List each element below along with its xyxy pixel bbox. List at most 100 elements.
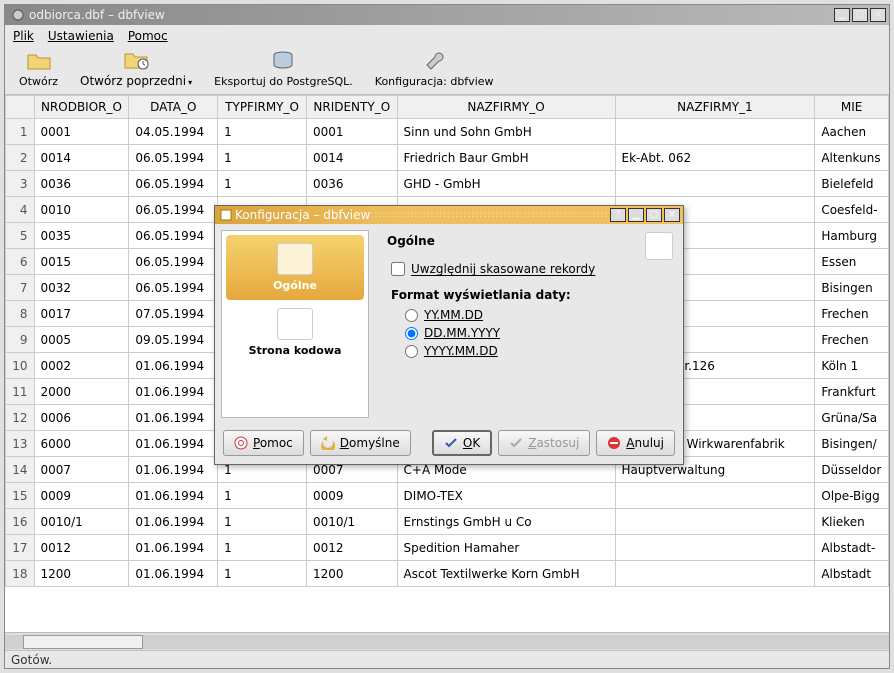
cell[interactable] (615, 561, 815, 587)
cell[interactable]: Sinn und Sohn GmbH (397, 119, 615, 145)
cell[interactable]: 0036 (34, 171, 129, 197)
date-format-ddmmyyyy-radio[interactable] (405, 327, 418, 340)
dialog-max-button[interactable]: ▢ (646, 208, 662, 222)
cell[interactable]: Grüna/Sa (815, 405, 889, 431)
include-deleted-checkbox[interactable] (391, 262, 405, 276)
cell[interactable]: 0035 (34, 223, 129, 249)
cell[interactable]: 01.06.1994 (129, 353, 218, 379)
table-row[interactable]: 17001201.06.199410012Spedition HamaherAl… (6, 535, 889, 561)
dialog-min-button[interactable]: ▁ (628, 208, 644, 222)
cell[interactable] (615, 119, 815, 145)
cell[interactable]: Klieken (815, 509, 889, 535)
cell[interactable]: Ek-Abt. 062 (615, 145, 815, 171)
cell[interactable]: Hamburg (815, 223, 889, 249)
maximize-button[interactable]: ▢ (852, 8, 868, 22)
dialog-help-button[interactable]: ? (610, 208, 626, 222)
cell[interactable]: 07.05.1994 (129, 301, 218, 327)
cell[interactable]: 0014 (306, 145, 397, 171)
export-postgres-button[interactable]: Eksportuj do PostgreSQL. (208, 45, 359, 90)
menu-help[interactable]: Pomoc (128, 29, 168, 43)
cell[interactable]: Spedition Hamaher (397, 535, 615, 561)
column-header[interactable]: NAZFIRMY_O (397, 96, 615, 119)
cell[interactable]: 06.05.1994 (129, 171, 218, 197)
cell[interactable]: 1 (218, 483, 307, 509)
cell[interactable]: Frechen (815, 301, 889, 327)
horizontal-scrollbar[interactable] (5, 632, 889, 650)
cell[interactable]: 6000 (34, 431, 129, 457)
dialog-close-button[interactable]: ✕ (664, 208, 680, 222)
table-row[interactable]: 1000104.05.199410001Sinn und Sohn GmbHAa… (6, 119, 889, 145)
cell[interactable]: 0032 (34, 275, 129, 301)
cell[interactable]: 0010/1 (34, 509, 129, 535)
cell[interactable]: Frankfurt (815, 379, 889, 405)
cell[interactable]: GHD - GmbH (397, 171, 615, 197)
cell[interactable]: 1 (218, 145, 307, 171)
defaults-button[interactable]: Domyślne (310, 430, 411, 456)
column-header[interactable]: NRODBIOR_O (34, 96, 129, 119)
cell[interactable]: 0012 (34, 535, 129, 561)
cell[interactable]: 0001 (306, 119, 397, 145)
column-header[interactable]: NAZFIRMY_1 (615, 96, 815, 119)
date-format-yymmdd-radio[interactable] (405, 309, 418, 322)
cell[interactable]: Bisingen (815, 275, 889, 301)
cell[interactable]: Aachen (815, 119, 889, 145)
cell[interactable]: 0017 (34, 301, 129, 327)
cell[interactable]: 0001 (34, 119, 129, 145)
cell[interactable]: 1 (218, 171, 307, 197)
cell[interactable]: 06.05.1994 (129, 223, 218, 249)
cell[interactable]: 0036 (306, 171, 397, 197)
cancel-button[interactable]: Anuluj (596, 430, 675, 456)
close-button[interactable]: ✕ (870, 8, 886, 22)
cell[interactable]: 0010 (34, 197, 129, 223)
cell[interactable]: 06.05.1994 (129, 275, 218, 301)
cell[interactable]: 0015 (34, 249, 129, 275)
column-header[interactable]: TYPFIRMY_O (218, 96, 307, 119)
cell[interactable]: DIMO-TEX (397, 483, 615, 509)
table-row[interactable]: 2001406.05.199410014Friedrich Baur GmbHE… (6, 145, 889, 171)
table-row[interactable]: 3003606.05.199410036GHD - GmbHBielefeld (6, 171, 889, 197)
cell[interactable]: 01.06.1994 (129, 431, 218, 457)
cell[interactable] (615, 483, 815, 509)
config-button[interactable]: Konfiguracja: dbfview (369, 45, 500, 90)
cell[interactable]: Altenkuns (815, 145, 889, 171)
cell[interactable] (615, 171, 815, 197)
cell[interactable]: 1200 (306, 561, 397, 587)
column-header[interactable]: MIE (815, 96, 889, 119)
cell[interactable]: Friedrich Baur GmbH (397, 145, 615, 171)
cell[interactable]: Essen (815, 249, 889, 275)
cell[interactable]: 0002 (34, 353, 129, 379)
cell[interactable]: Köln 1 (815, 353, 889, 379)
cell[interactable]: 1 (218, 119, 307, 145)
cell[interactable]: 0007 (34, 457, 129, 483)
cell[interactable]: 0009 (306, 483, 397, 509)
cell[interactable]: 0010/1 (306, 509, 397, 535)
cell[interactable]: Bisingen/ (815, 431, 889, 457)
open-button[interactable]: Otwórz (13, 45, 64, 90)
column-header[interactable]: NRIDENTY_O (306, 96, 397, 119)
date-format-yyyymmdd-radio[interactable] (405, 345, 418, 358)
cell[interactable]: Coesfeld- (815, 197, 889, 223)
cell[interactable]: 1200 (34, 561, 129, 587)
cell[interactable]: 0009 (34, 483, 129, 509)
column-header[interactable]: DATA_O (129, 96, 218, 119)
help-button[interactable]: Pomoc (223, 430, 304, 456)
cell[interactable]: 0012 (306, 535, 397, 561)
cell[interactable] (615, 535, 815, 561)
cell[interactable]: 0014 (34, 145, 129, 171)
cell[interactable]: 06.05.1994 (129, 145, 218, 171)
cell[interactable]: 06.05.1994 (129, 249, 218, 275)
cell[interactable]: Albstadt (815, 561, 889, 587)
cell[interactable]: 06.05.1994 (129, 197, 218, 223)
cell[interactable]: 1 (218, 535, 307, 561)
scrollbar-thumb[interactable] (23, 635, 143, 649)
cell[interactable]: 01.06.1994 (129, 561, 218, 587)
sidebar-item-codepage[interactable]: Strona kodowa (226, 300, 364, 365)
cell[interactable]: Frechen (815, 327, 889, 353)
cell[interactable]: 1 (218, 561, 307, 587)
cell[interactable]: 01.06.1994 (129, 457, 218, 483)
menu-settings[interactable]: Ustawienia (48, 29, 114, 43)
ok-button[interactable]: OK (432, 430, 492, 456)
table-row[interactable]: 15000901.06.199410009DIMO-TEXOlpe-Bigg (6, 483, 889, 509)
cell[interactable]: 04.05.1994 (129, 119, 218, 145)
cell[interactable]: Bielefeld (815, 171, 889, 197)
